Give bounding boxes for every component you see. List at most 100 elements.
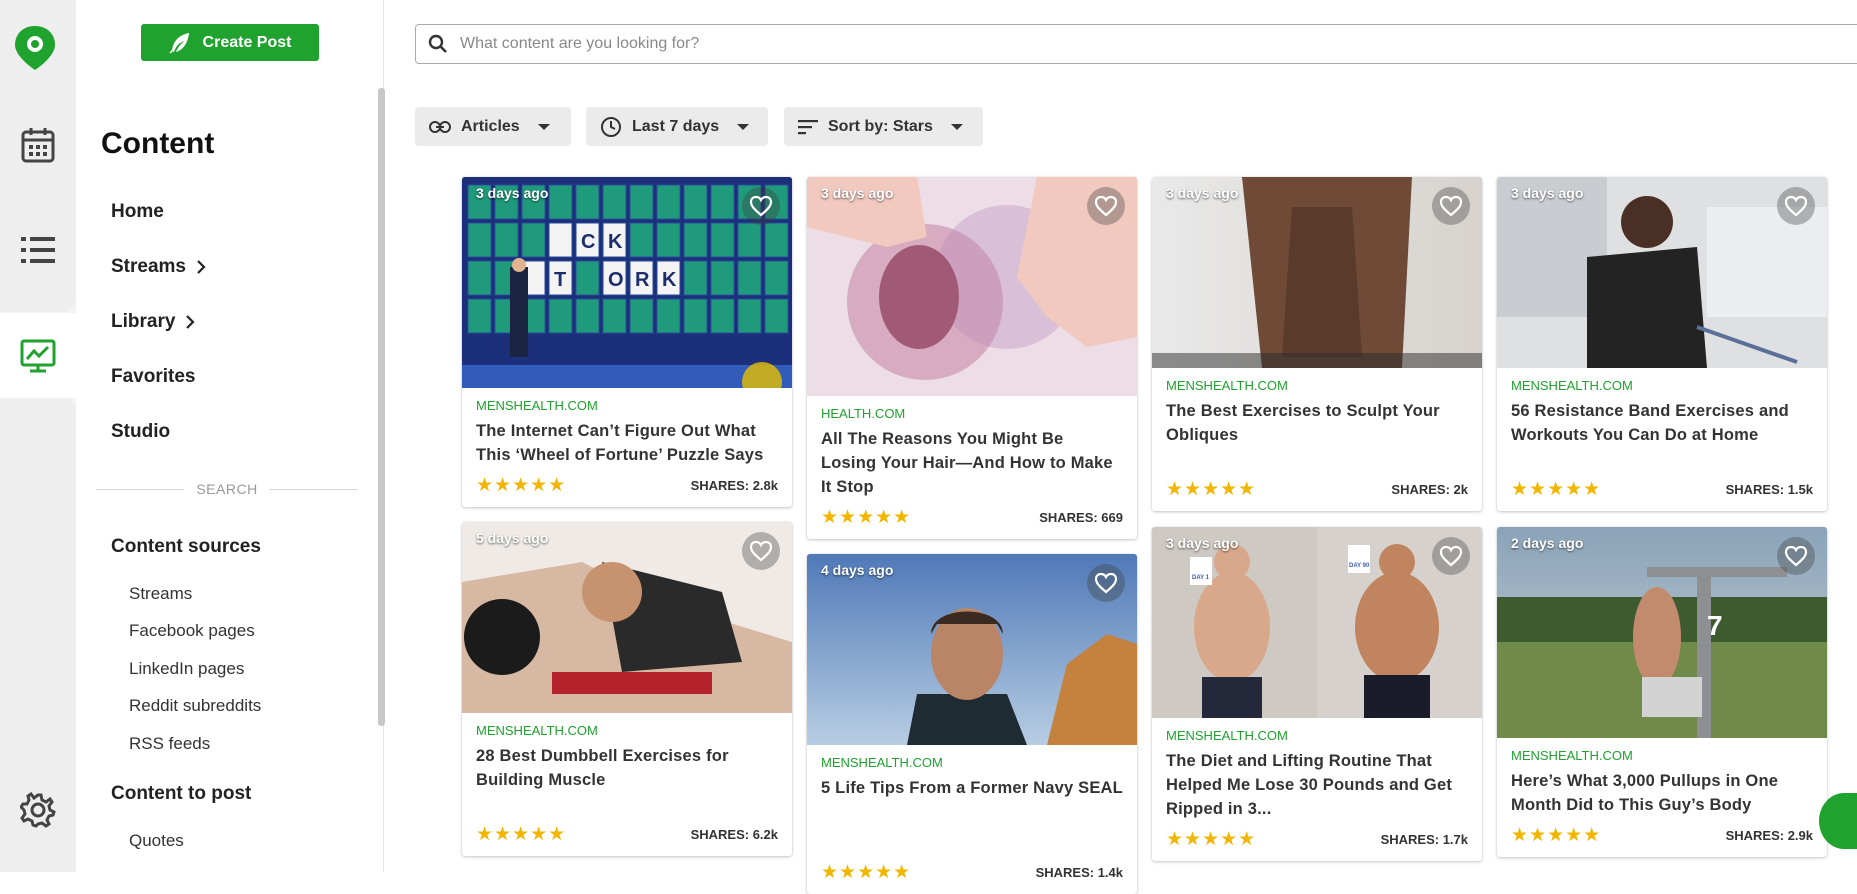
svg-text:DAY 1: DAY 1: [1192, 575, 1210, 581]
chevron-right-icon: [186, 315, 195, 329]
article-card[interactable]: 5 days ago MENSHEALTH.COM 28 Best Dumbbe…: [462, 522, 792, 856]
sidebar-item-studio[interactable]: Studio: [111, 421, 170, 443]
share-count: SHARES: 669: [1039, 510, 1123, 525]
article-card[interactable]: CKTORK 3 days ago MENSHEALTH.COM The Int…: [462, 177, 792, 507]
link-icon: [429, 120, 451, 133]
date-range-label: Last 7 days: [632, 117, 720, 135]
feather-icon: [169, 32, 189, 54]
article-image: 4 days ago: [807, 554, 1137, 745]
clock-icon: [601, 116, 621, 137]
sidebar-item-linkedin-pages[interactable]: LinkedIn pages: [129, 659, 244, 679]
sort-filter[interactable]: Sort by: Stars: [784, 107, 983, 146]
icon-rail: [0, 0, 76, 872]
chevron-right-icon: [197, 260, 206, 274]
article-age: 4 days ago: [821, 562, 894, 578]
article-title[interactable]: 28 Best Dumbbell Exercises for Building …: [476, 744, 778, 792]
article-title[interactable]: The Best Exercises to Sculpt Your Obliqu…: [1166, 399, 1468, 447]
search-input[interactable]: [460, 35, 1360, 53]
favorite-heart-icon[interactable]: [1777, 537, 1815, 575]
search-divider: SEARCH: [96, 481, 359, 497]
article-age: 3 days ago: [1166, 535, 1239, 551]
search-bar[interactable]: [415, 24, 1857, 64]
article-card[interactable]: 3 days ago MENSHEALTH.COM The Best Exerc…: [1152, 177, 1482, 511]
gear-icon[interactable]: [0, 770, 76, 850]
content-type-filter[interactable]: Articles: [415, 107, 571, 146]
article-source: MENSHEALTH.COM: [1166, 378, 1288, 393]
svg-text:O: O: [608, 269, 624, 291]
svg-text:7: 7: [1707, 610, 1723, 641]
sidebar-item-rss-feeds[interactable]: RSS feeds: [129, 734, 210, 754]
article-image: 3 days ago: [1497, 177, 1827, 368]
favorite-heart-icon[interactable]: [742, 532, 780, 570]
article-source: MENSHEALTH.COM: [821, 755, 943, 770]
search-icon: [428, 34, 447, 53]
article-source: MENSHEALTH.COM: [1511, 378, 1633, 393]
article-title[interactable]: Here’s What 3,000 Pullups in One Month D…: [1511, 769, 1813, 817]
create-post-button[interactable]: Create Post: [141, 24, 319, 61]
article-card[interactable]: DAY 1 DAY 90 3 days ago MENSHEALTH.COM T…: [1152, 527, 1482, 861]
article-age: 3 days ago: [1166, 185, 1239, 201]
caret-down-icon: [737, 123, 750, 130]
article-image: DAY 1 DAY 90 3 days ago: [1152, 527, 1482, 718]
share-count: SHARES: 1.4k: [1035, 865, 1123, 880]
article-age: 5 days ago: [476, 530, 549, 546]
article-source: MENSHEALTH.COM: [1166, 728, 1288, 743]
svg-text:DAY 90: DAY 90: [1349, 563, 1370, 569]
content-to-post-heading: Content to post: [111, 783, 252, 804]
favorite-heart-icon[interactable]: [1432, 187, 1470, 225]
star-rating: ★★★★★: [1166, 829, 1257, 850]
list-icon[interactable]: [0, 210, 76, 290]
favorite-heart-icon[interactable]: [742, 187, 780, 225]
article-image: 7 2 days ago: [1497, 527, 1827, 738]
article-card[interactable]: 3 days ago MENSHEALTH.COM 56 Resistance …: [1497, 177, 1827, 511]
sort-icon: [798, 119, 818, 134]
favorite-heart-icon[interactable]: [1087, 187, 1125, 225]
sidebar-item-home[interactable]: Home: [111, 201, 164, 223]
article-title[interactable]: 5 Life Tips From a Former Navy SEAL: [821, 776, 1123, 800]
article-card[interactable]: 7 2 days ago MENSHEALTH.COM Here’s What …: [1497, 527, 1827, 857]
sidebar-item-facebook-pages[interactable]: Facebook pages: [129, 621, 255, 641]
create-post-label: Create Post: [202, 33, 292, 51]
article-source: MENSHEALTH.COM: [476, 398, 598, 413]
article-image: 3 days ago: [1152, 177, 1482, 368]
svg-text:C: C: [581, 231, 595, 253]
article-card[interactable]: 3 days ago HEALTH.COM All The Reasons Yo…: [807, 177, 1137, 539]
star-rating: ★★★★★: [1511, 479, 1602, 500]
favorite-heart-icon[interactable]: [1432, 537, 1470, 575]
sidebar-item-reddit-subreddits[interactable]: Reddit subreddits: [129, 696, 261, 716]
article-age: 3 days ago: [821, 185, 894, 201]
sidebar-item-streams[interactable]: Streams: [111, 256, 206, 278]
share-count: SHARES: 2.9k: [1725, 828, 1813, 843]
svg-text:T: T: [554, 269, 566, 291]
article-image: CKTORK 3 days ago: [462, 177, 792, 402]
article-title[interactable]: The Internet Can’t Figure Out What This …: [476, 419, 778, 467]
date-range-filter[interactable]: Last 7 days: [586, 107, 768, 146]
article-age: 2 days ago: [1511, 535, 1584, 551]
share-count: SHARES: 2.8k: [690, 478, 778, 493]
calendar-icon[interactable]: [0, 105, 76, 185]
share-count: SHARES: 6.2k: [690, 827, 778, 842]
sidebar-item-library[interactable]: Library: [111, 311, 195, 333]
sidebar-item-favorites[interactable]: Favorites: [111, 366, 195, 388]
article-image: 3 days ago: [807, 177, 1137, 396]
sidebar-item-quotes[interactable]: Quotes: [129, 831, 184, 851]
star-rating: ★★★★★: [1166, 479, 1257, 500]
content-sidebar: Create Post Content Home Streams Library…: [76, 0, 384, 872]
favorite-heart-icon[interactable]: [1777, 187, 1815, 225]
sidebar-item-source-streams[interactable]: Streams: [129, 584, 192, 604]
favorite-heart-icon[interactable]: [1087, 564, 1125, 602]
content-type-label: Articles: [461, 117, 520, 135]
app-logo-icon[interactable]: [13, 24, 57, 72]
star-rating: ★★★★★: [821, 862, 912, 883]
article-title[interactable]: 56 Resistance Band Exercises and Workout…: [1511, 399, 1813, 447]
article-title[interactable]: All The Reasons You Might Be Losing Your…: [821, 427, 1123, 499]
main-content: Articles Last 7 days Sort by: Stars CKTO…: [384, 0, 1857, 894]
article-card[interactable]: 4 days ago MENSHEALTH.COM 5 Life Tips Fr…: [807, 554, 1137, 894]
share-count: SHARES: 2k: [1391, 482, 1468, 497]
article-age: 3 days ago: [1511, 185, 1584, 201]
article-title[interactable]: The Diet and Lifting Routine That Helped…: [1166, 749, 1468, 821]
share-count: SHARES: 1.7k: [1380, 832, 1468, 847]
content-sources-heading: Content sources: [111, 536, 261, 557]
content-analytics-icon[interactable]: [0, 313, 76, 398]
article-source: MENSHEALTH.COM: [1511, 748, 1633, 763]
